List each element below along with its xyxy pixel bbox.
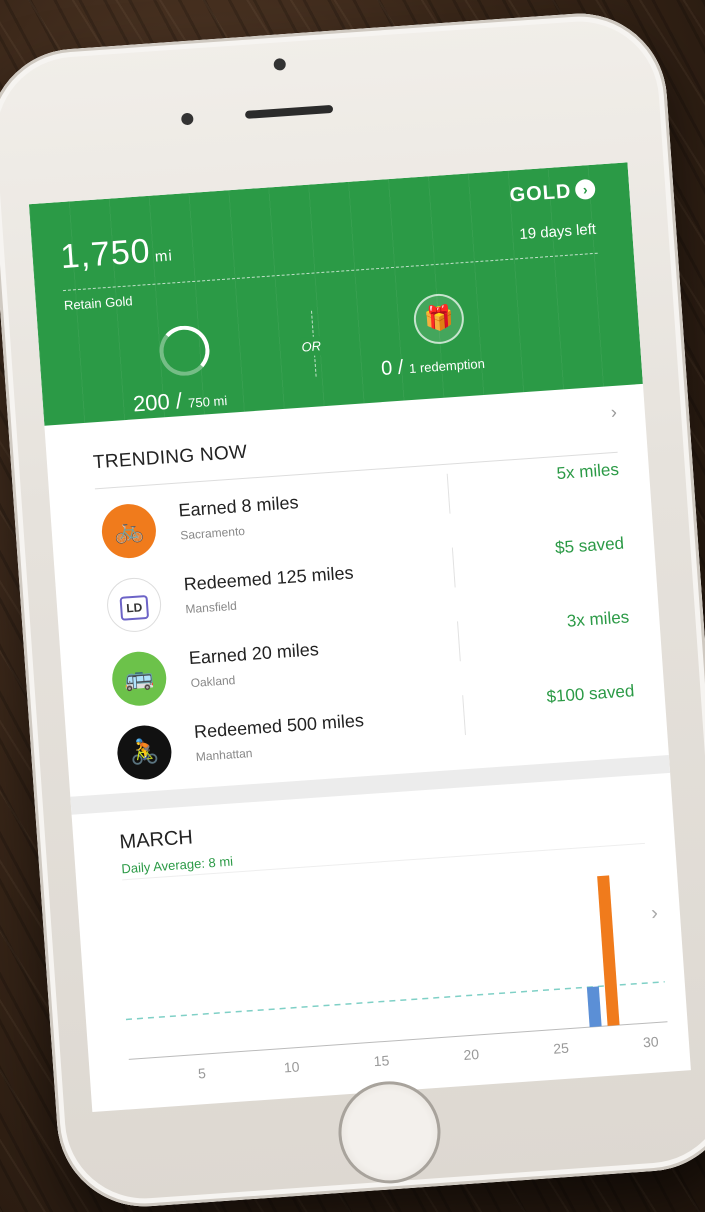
item-reward: 3x miles bbox=[566, 607, 630, 631]
x-axis bbox=[128, 1021, 668, 1060]
chart-bar bbox=[597, 875, 620, 1026]
speaker-grille bbox=[244, 104, 334, 119]
status-header[interactable]: 1,750 mi GOLD › 19 days left Retain Gold … bbox=[28, 162, 643, 426]
phone-frame: 1,750 mi GOLD › 19 days left Retain Gold … bbox=[0, 7, 705, 1212]
ld-badge-text: LD bbox=[119, 594, 150, 621]
miles-unit: mi bbox=[154, 247, 174, 266]
x-tick-label: 25 bbox=[553, 1040, 570, 1057]
item-divider bbox=[462, 695, 466, 736]
item-divider bbox=[451, 547, 456, 588]
item-divider bbox=[446, 473, 451, 514]
home-button[interactable] bbox=[335, 1077, 444, 1187]
average-line bbox=[125, 981, 665, 1021]
miles-total: 1,750 mi bbox=[59, 230, 173, 277]
item-title: Earned 8 miles bbox=[177, 492, 300, 521]
app-screen: 1,750 mi GOLD › 19 days left Retain Gold … bbox=[28, 162, 691, 1113]
or-label: OR bbox=[300, 336, 322, 357]
monthly-miles-chart[interactable]: 5 10 15 20 25 30 bbox=[77, 851, 690, 1102]
x-tick-label: 5 bbox=[197, 1065, 206, 1082]
redeem-separator: / bbox=[391, 356, 410, 380]
redeem-goal: 1 redemption bbox=[408, 355, 486, 377]
progress-separator: / bbox=[168, 387, 189, 414]
x-tick-label: 10 bbox=[283, 1058, 300, 1075]
x-tick-label: 30 bbox=[643, 1033, 660, 1050]
item-title: Redeemed 125 miles bbox=[183, 562, 355, 595]
progress-value: 200 bbox=[132, 388, 171, 417]
sensor-icon bbox=[273, 58, 287, 71]
miles-total-value: 1,750 bbox=[59, 231, 152, 277]
item-title: Redeemed 500 miles bbox=[193, 710, 365, 742]
bicycle-icon: 🚲 bbox=[100, 502, 158, 560]
item-location: Sacramento bbox=[179, 523, 246, 543]
item-reward: $100 saved bbox=[545, 681, 635, 707]
item-location: Oakland bbox=[190, 673, 236, 691]
chart-title: MARCH bbox=[118, 826, 194, 854]
courier-bike-icon: 🚴 bbox=[115, 723, 174, 782]
trending-title: TRENDING NOW bbox=[92, 441, 248, 474]
x-tick-label: 15 bbox=[373, 1052, 390, 1069]
item-reward: $5 saved bbox=[554, 533, 625, 558]
progress-goal: 750 mi bbox=[187, 392, 228, 411]
tier-label[interactable]: GOLD bbox=[509, 180, 572, 207]
x-tick-label: 20 bbox=[463, 1046, 480, 1063]
chart-bar bbox=[586, 986, 602, 1028]
bus-icon: 🚌 bbox=[110, 649, 169, 708]
item-title: Earned 20 miles bbox=[188, 639, 320, 669]
item-divider bbox=[457, 621, 461, 662]
item-reward: 5x miles bbox=[555, 459, 620, 484]
ld-logo-icon: LD bbox=[105, 576, 163, 634]
chevron-right-icon[interactable]: › bbox=[610, 402, 617, 423]
item-location: Mansfield bbox=[185, 598, 238, 617]
item-location: Manhattan bbox=[195, 746, 253, 764]
camera-icon bbox=[180, 112, 194, 126]
